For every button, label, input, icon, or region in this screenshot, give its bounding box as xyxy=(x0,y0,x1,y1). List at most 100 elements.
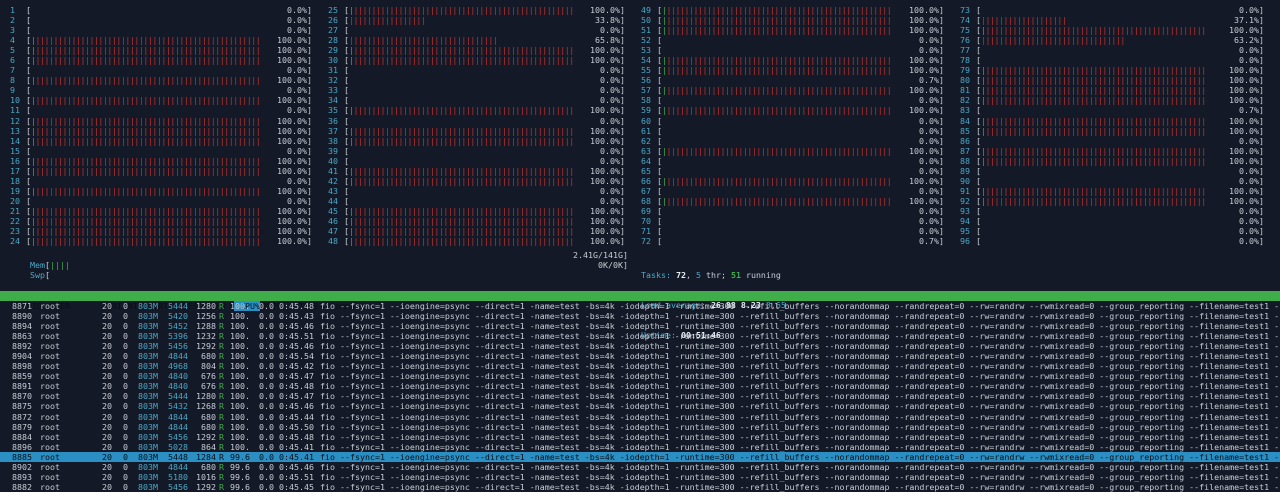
cpu-bar-fill: ||||||||||||||||||||||||||||||||||||||||… xyxy=(31,185,261,196)
table-row[interactable]: 8902 root 20 0 803M 4844 680 R 99.6 0.0 0:45.46 fio… xyxy=(0,462,1280,472)
cpu-bar: ||||||||||||||||||||||||||||||||||||||||… xyxy=(31,25,297,35)
cpu-bar-fill: ||||||||||||||||||||||||||||||||||||||||… xyxy=(662,85,892,96)
cpu-percent: 0.0%] xyxy=(919,155,944,166)
cpu-number: 11 xyxy=(10,105,20,116)
cpu-number: 81 xyxy=(960,85,970,96)
cpu-bar: ||||||||||||||||||||||||||||||||||||||||… xyxy=(662,176,928,186)
table-row[interactable]: 8859 root 20 0 803M 4840 676 R 100. 0.0 0:45.47 fio… xyxy=(0,371,1280,381)
cell-command: fio --fsync=1 --ioengine=psync --direct=… xyxy=(320,421,1280,432)
cpu-number: 85 xyxy=(960,125,970,136)
cell-res: 5456 xyxy=(168,431,188,442)
cpu-bar-fill: ||||||||||||||||||||||||||||||||||||||||… xyxy=(981,195,1207,206)
cell-ni: 0 xyxy=(123,341,128,352)
cpu-bar-fill: ||||||||||||||||||||||||||||||||||||||||… xyxy=(31,55,261,66)
table-row[interactable]: 8871 root 20 0 803M 5444 1280 R 100. 0.0 0:45.48 fi… xyxy=(0,301,1280,311)
cpu-number: 30 xyxy=(328,55,338,66)
cpu-bar: ||||||||||||||||||||||||||||||||||||||||… xyxy=(349,105,611,115)
cell-state: R xyxy=(219,441,224,452)
cell-shr: 680 xyxy=(201,411,216,422)
cpu-number: 42 xyxy=(328,175,338,186)
cpu-number: 1 xyxy=(10,5,15,15)
table-row[interactable]: 8875 root 20 0 803M 5432 1268 R 100. 0.0 0:45.46 fi… xyxy=(0,401,1280,411)
cell-res: 5028 xyxy=(168,441,188,452)
cpu-bar: ||||||||||||||||||||||||||||||||||||||||… xyxy=(981,156,1243,166)
cpu-percent: 100.0%] xyxy=(277,236,312,247)
cpu-bar: ||||||||||||||||||||||||||||||||||||||||… xyxy=(981,5,1243,15)
cpu-bar-fill: ||||||||||||||||||||||||||||||||||||||||… xyxy=(981,25,1207,36)
cpu-percent: 0.0%] xyxy=(1239,5,1264,15)
cpu-bar: ||||||||||||||||||||||||||||||||||||||||… xyxy=(31,85,297,95)
cell-mem: 0.0 xyxy=(259,351,274,362)
cell-pri: 20 xyxy=(102,301,112,311)
cpu-meter-52: 52[|||||||||||||||||||||||||||||||||||||… xyxy=(641,35,944,46)
cpu-meter-9: 9[||||||||||||||||||||||||||||||||||||||… xyxy=(10,85,312,96)
table-row[interactable]: 8892 root 20 0 803M 5456 1292 R 100. 0.0 0:45.46 fi… xyxy=(0,341,1280,351)
cpu-bar-fill: ||||||||||||||||||||||||||||||||||||||||… xyxy=(349,215,575,226)
cpu-bar-fill: ||||||||||||||||||||||||||||||||||||||||… xyxy=(981,35,1124,46)
table-row[interactable]: 8884 root 20 0 803M 5456 1292 R 100. 0.0 0:45.48 fi… xyxy=(0,432,1280,442)
table-row[interactable]: 8893 root 20 0 803M 5180 1016 R 99.6 0.0 0:45.51 fi… xyxy=(0,472,1280,482)
table-row[interactable]: 8890 root 20 0 803M 5420 1256 R 100. 0.0 0:45.43 fi… xyxy=(0,311,1280,321)
cpu-meter-71: 71[|||||||||||||||||||||||||||||||||||||… xyxy=(641,226,944,237)
cpu-percent: 100.0%] xyxy=(1229,65,1264,76)
cell-shr: 1284 xyxy=(196,451,216,462)
cell-user: root xyxy=(40,431,60,442)
table-row[interactable]: 8879 root 20 0 803M 4844 680 R 100. 0.0 0:45.50 fio… xyxy=(0,422,1280,432)
cell-user: root xyxy=(40,381,60,392)
cpu-meter-86: 86[|||||||||||||||||||||||||||||||||||||… xyxy=(960,135,1264,146)
cpu-bar-fill: ||||||||||||||||||||||||||||||||||||||||… xyxy=(662,5,892,15)
table-row[interactable]: 8898 root 20 0 803M 4968 804 R 100. 0.0 0:45.42 fio… xyxy=(0,361,1280,371)
cpu-bar: ||||||||||||||||||||||||||||||||||||||||… xyxy=(349,65,611,75)
cell-pri: 20 xyxy=(102,431,112,442)
cpu-bar: ||||||||||||||||||||||||||||||||||||||||… xyxy=(31,156,297,166)
cpu-bar: ||||||||||||||||||||||||||||||||||||||||… xyxy=(349,85,611,95)
cell-shr: 676 xyxy=(201,371,216,382)
table-row[interactable]: 8872 root 20 0 803M 4844 680 R 100. 0.0 0:45.44 fio… xyxy=(0,412,1280,422)
table-row[interactable]: 8891 root 20 0 803M 4840 676 R 100. 0.0 0:45.48 fio… xyxy=(0,381,1280,391)
cpu-meter-3: 3[||||||||||||||||||||||||||||||||||||||… xyxy=(10,25,312,36)
cpu-meter-56: 56[|||||||||||||||||||||||||||||||||||||… xyxy=(641,75,944,86)
cpu-percent: 0.0%] xyxy=(1239,45,1264,56)
cpu-bar: ||||||||||||||||||||||||||||||||||||||||… xyxy=(349,136,611,146)
cell-res: 4844 xyxy=(168,351,188,362)
cpu-bar: ||||||||||||||||||||||||||||||||||||||||… xyxy=(981,196,1243,206)
cpu-number: 61 xyxy=(641,125,651,136)
cell-ni: 0 xyxy=(123,361,128,372)
cell-user: root xyxy=(40,391,60,402)
cell-command: fio --fsync=1 --ioengine=psync --direct=… xyxy=(320,371,1280,382)
cpu-meter-49: 49[|||||||||||||||||||||||||||||||||||||… xyxy=(641,5,944,15)
cpu-number: 66 xyxy=(641,175,651,186)
cpu-percent: 0.0%] xyxy=(287,15,312,26)
cpu-meter-10: 10[|||||||||||||||||||||||||||||||||||||… xyxy=(10,95,312,106)
cpu-bar: ||||||||||||||||||||||||||||||||||||||||… xyxy=(349,55,611,65)
cell-pid: 8893 xyxy=(12,471,32,482)
table-row[interactable]: 8882 root 20 0 803M 5456 1292 R 99.6 0.0 0:45.45 fi… xyxy=(0,482,1280,492)
cpu-percent: 100.0%] xyxy=(909,5,944,15)
cell-shr: 864 xyxy=(201,441,216,452)
table-row[interactable]: 8894 root 20 0 803M 5452 1288 R 100. 0.0 0:45.46 fi… xyxy=(0,321,1280,331)
cell-cpu: 100. xyxy=(230,431,250,442)
cpu-number: 57 xyxy=(641,85,651,96)
table-row-selected[interactable]: 8885 root 20 0 803M 5448 1284 R 99.6 0.0 0:45.41 fi… xyxy=(0,451,1280,462)
cpu-number: 12 xyxy=(10,115,20,126)
cpu-percent: 0.0%] xyxy=(287,65,312,76)
cell-cpu: 100. xyxy=(230,371,250,382)
cpu-meter-41: 41[|||||||||||||||||||||||||||||||||||||… xyxy=(328,165,625,176)
cpu-meter-92: 92[|||||||||||||||||||||||||||||||||||||… xyxy=(960,195,1264,206)
cpu-bar: ||||||||||||||||||||||||||||||||||||||||… xyxy=(981,55,1243,65)
cpu-bar: ||||||||||||||||||||||||||||||||||||||||… xyxy=(662,15,928,25)
cell-ni: 0 xyxy=(123,371,128,382)
cpu-number: 43 xyxy=(328,185,338,196)
cpu-meter-84: 84[|||||||||||||||||||||||||||||||||||||… xyxy=(960,115,1264,126)
cell-res: 5452 xyxy=(168,321,188,332)
table-row[interactable]: 8870 root 20 0 803M 5444 1280 R 100. 0.0 0:45.47 fi… xyxy=(0,391,1280,401)
cpu-percent: 0.0%] xyxy=(919,185,944,196)
cpu-percent: 100.0%] xyxy=(590,226,625,237)
table-row[interactable]: 8896 root 20 0 803M 5028 864 R 100. 0.0 0:45.41 fio… xyxy=(0,442,1280,452)
table-row[interactable]: 8904 root 20 0 803M 4844 680 R 100. 0.0 0:45.54 fio… xyxy=(0,351,1280,361)
cpu-bar: ||||||||||||||||||||||||||||||||||||||||… xyxy=(981,85,1243,95)
cpu-number: 18 xyxy=(10,175,20,186)
cpu-meter-69: 69[|||||||||||||||||||||||||||||||||||||… xyxy=(641,205,944,216)
table-row[interactable]: 8863 root 20 0 803M 5396 1232 R 100. 0.0 0:45.51 fi… xyxy=(0,331,1280,341)
cell-user: root xyxy=(40,441,60,452)
